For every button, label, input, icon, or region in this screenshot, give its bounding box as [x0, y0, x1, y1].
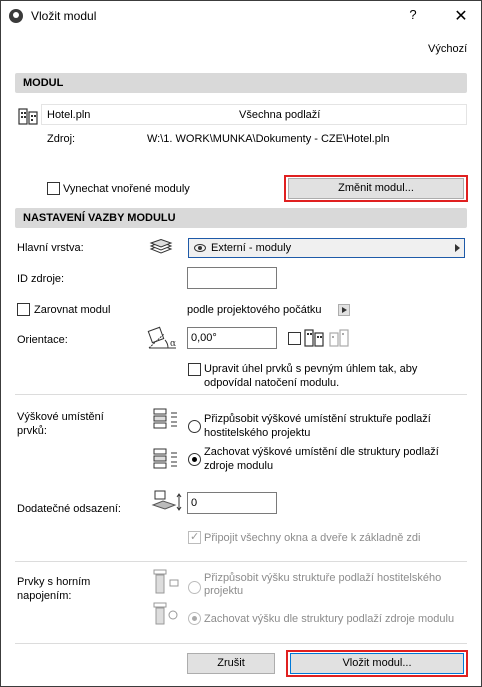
source-path: W:\1. WORK\MUNKA\Dokumenty - CZE\Hotel.p…	[147, 133, 390, 145]
skip-nested-checkbox[interactable]	[47, 182, 60, 195]
main-layer-dropdown[interactable]: Externí - moduly	[188, 238, 465, 258]
orientation-label: Orientace:	[17, 334, 68, 346]
module-stories: Všechna podlaží	[239, 109, 321, 121]
offset-input[interactable]: 0	[187, 492, 277, 514]
height-keep-radio[interactable]	[188, 453, 201, 466]
align-origin-arrow-button[interactable]	[338, 304, 350, 316]
attach-doors-checkbox[interactable]	[188, 530, 201, 544]
orientation-input[interactable]: 0,00°	[187, 327, 277, 349]
height-placement-label: Výškové umístění prvků:	[17, 411, 104, 437]
adjust-angle-checkbox[interactable]	[188, 363, 201, 376]
separator	[15, 561, 467, 562]
layers-icon	[149, 239, 173, 255]
top-linked-keep-icon	[151, 601, 181, 627]
dropdown-arrow-icon	[455, 244, 460, 252]
height-keep-label: Zachovat výškové umístění dle struktury …	[204, 446, 439, 472]
orientation-mirror-checkbox[interactable]	[288, 332, 301, 345]
dialog-body: Výchozí MODUL Hotel.pln Všechna podlaží …	[1, 31, 481, 686]
top-linked-label: Prvky s horním napojením:	[17, 576, 91, 602]
align-origin-value: podle projektového počátku	[187, 304, 322, 316]
defaults-link[interactable]: Výchozí	[428, 43, 467, 55]
svg-text:α: α	[170, 339, 176, 349]
eye-icon	[194, 244, 206, 252]
buildings-mirror-icon	[304, 328, 350, 348]
help-button[interactable]: ?	[405, 7, 421, 25]
building-file-icon	[18, 107, 38, 125]
dialog-window: Vložit modul ? ✕ Výchozí MODUL Hotel.pln…	[0, 0, 482, 687]
height-keep-icon	[151, 447, 181, 473]
top-linked-keep-radio[interactable]	[188, 612, 201, 625]
change-module-button[interactable]: Změnit modul...	[288, 178, 464, 199]
window-title: Vložit modul	[31, 9, 97, 23]
archicad-app-icon	[9, 9, 23, 23]
top-linked-adapt-label: Přizpůsobit výšku struktuře podlaží host…	[204, 572, 442, 597]
main-layer-label: Hlavní vrstva:	[17, 242, 84, 254]
top-linked-keep-label: Zachovat výšku dle struktury podlaží zdr…	[204, 613, 455, 625]
source-id-label: ID zdroje:	[17, 273, 65, 285]
offset-label: Dodatečné odsazení:	[17, 503, 121, 515]
offset-icon	[151, 489, 185, 515]
separator	[15, 643, 467, 644]
skip-nested-label: Vynechat vnořené moduly	[63, 183, 190, 195]
module-file-name: Hotel.pln	[47, 109, 91, 121]
height-adapt-radio[interactable]	[188, 420, 201, 433]
height-adapt-label: Přizpůsobit výškové umístění struktuře p…	[204, 413, 431, 439]
align-module-label: Zarovnat modul	[34, 304, 111, 316]
height-adapt-icon	[151, 407, 181, 433]
title-bar: Vložit modul ? ✕	[1, 1, 481, 31]
separator	[15, 394, 467, 395]
adjust-angle-label: Upravit úhel prvků s pevným úhlem tak, a…	[204, 363, 418, 389]
link-settings-section-header: NASTAVENÍ VAZBY MODULU	[15, 208, 467, 228]
align-module-checkbox[interactable]	[17, 303, 30, 316]
source-id-input[interactable]	[187, 267, 277, 289]
source-label: Zdroj:	[47, 133, 76, 145]
cancel-button[interactable]: Zrušit	[187, 653, 275, 674]
place-module-button[interactable]: Vložit modul...	[290, 653, 464, 674]
top-linked-adapt-radio[interactable]	[188, 581, 201, 594]
module-section-header: MODUL	[15, 73, 467, 93]
attach-doors-label: Připojit všechny okna a dveře k základně…	[204, 532, 421, 544]
top-linked-adapt-icon	[151, 568, 181, 596]
main-layer-value: Externí - moduly	[211, 242, 292, 254]
close-button[interactable]: ✕	[453, 6, 469, 25]
orientation-angle-icon: α	[146, 326, 180, 354]
